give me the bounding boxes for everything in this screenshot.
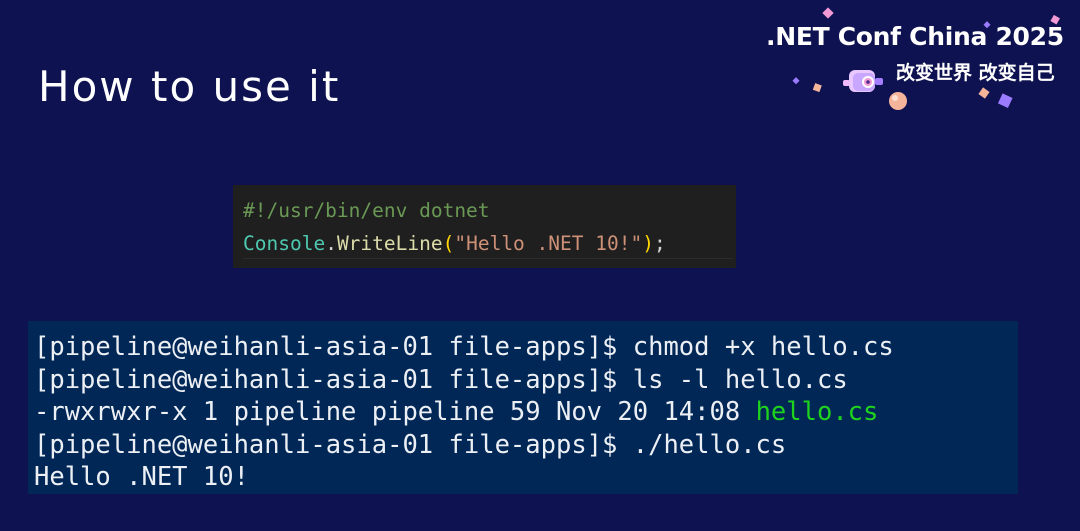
terminal-line-ls: [pipeline@weihanli-asia-01 file-apps]$ l… bbox=[34, 364, 848, 395]
method-token: WriteLine bbox=[336, 232, 443, 255]
code-editor-snippet: #!/usr/bin/env dotnet Console.WriteLine(… bbox=[233, 185, 736, 268]
ls-output-prefix: -rwxrwxr-x 1 pipeline pipeline 59 Nov 20… bbox=[34, 397, 756, 427]
shebang-comment: #!/usr/bin/env dotnet bbox=[243, 199, 490, 222]
console-type-token: Console bbox=[243, 232, 326, 255]
string-literal-token: "Hello .NET 10!" bbox=[454, 232, 643, 255]
semicolon-token: ; bbox=[653, 232, 666, 255]
paren-close-token: ) bbox=[642, 232, 654, 255]
paren-open-token: ( bbox=[442, 232, 455, 255]
bubble-decoration bbox=[889, 92, 907, 110]
terminal-line-chmod: [pipeline@weihanli-asia-01 file-apps]$ c… bbox=[34, 332, 894, 362]
confetti-decoration bbox=[792, 7, 1060, 108]
dot-token: . bbox=[325, 232, 337, 255]
ls-output-filename: hello.cs bbox=[755, 397, 879, 427]
mascot-cube-icon bbox=[843, 70, 883, 92]
editor-divider bbox=[243, 258, 733, 259]
terminal-line-program-output: Hello .NET 10! bbox=[34, 462, 249, 492]
terminal-line-run: [pipeline@weihanli-asia-01 file-apps]$ .… bbox=[34, 429, 787, 460]
code-line-writeline: Console.WriteLine("Hello .NET 10!"); bbox=[243, 227, 736, 260]
terminal-output: [pipeline@weihanli-asia-01 file-apps]$ c… bbox=[28, 321, 1018, 494]
code-line-shebang: #!/usr/bin/env dotnet bbox=[243, 194, 736, 227]
slide-title: How to use it bbox=[38, 62, 341, 111]
terminal-line-ls-output: -rwxrwxr-x 1 pipeline pipeline 59 Nov 20… bbox=[34, 396, 1018, 429]
